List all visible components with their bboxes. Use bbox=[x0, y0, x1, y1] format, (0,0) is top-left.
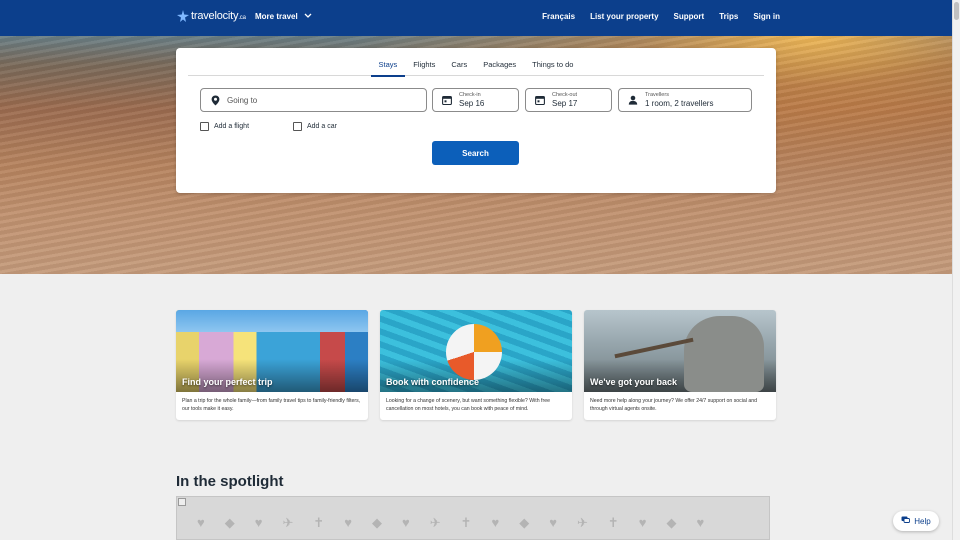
diamond-icon: ◆ bbox=[371, 515, 382, 530]
logo-suffix: .ca bbox=[238, 15, 246, 21]
plane-icon: ✈ bbox=[429, 515, 441, 530]
calendar-icon bbox=[532, 95, 548, 105]
heart-icon: ♥ bbox=[491, 515, 500, 530]
feature-title: We've got your back bbox=[590, 377, 677, 387]
diamond-icon: ◆ bbox=[519, 515, 530, 530]
heart-icon: ♥ bbox=[549, 515, 557, 530]
top-nav-bar: travelocity.ca More travel Français List… bbox=[0, 0, 952, 36]
heart-icon: ♥ bbox=[696, 515, 705, 530]
location-pin-icon bbox=[207, 95, 223, 106]
broken-image-icon bbox=[178, 498, 186, 506]
help-button[interactable]: Help bbox=[893, 511, 939, 531]
gnome-star-icon bbox=[176, 9, 190, 23]
plane-icon: ✈ bbox=[576, 515, 588, 530]
chevron-down-icon bbox=[304, 12, 312, 21]
feature-description: Need more help along your journey? We of… bbox=[590, 398, 758, 412]
travellers-label: Travellers bbox=[645, 92, 669, 98]
tab-stays[interactable]: Stays bbox=[370, 48, 406, 77]
checkout-value: Sep 17 bbox=[552, 99, 578, 108]
travelocity-logo[interactable]: travelocity.ca bbox=[176, 9, 246, 23]
language-link[interactable]: Français bbox=[542, 12, 575, 21]
cross-icon: ✝ bbox=[313, 515, 325, 530]
tab-packages[interactable]: Packages bbox=[475, 48, 524, 76]
plane-icon: ✈ bbox=[282, 515, 294, 530]
diamond-icon: ◆ bbox=[666, 515, 677, 530]
add-car-checkbox[interactable]: Add a car bbox=[293, 122, 337, 131]
cross-icon: ✝ bbox=[460, 515, 472, 530]
help-label: Help bbox=[914, 516, 931, 526]
header-nav-links: Français List your property Support Trip… bbox=[542, 12, 780, 21]
placeholder-pattern: ♥ ◆ ♥ ✈ ✝ ♥ ◆ ♥ ✈ ✝ ♥ ◆ ♥ ✈ ✝ ♥ ◆ ♥ bbox=[197, 515, 704, 531]
add-car-checkbox-box[interactable] bbox=[293, 122, 302, 131]
tab-flights[interactable]: Flights bbox=[405, 48, 443, 76]
page-scrollbar[interactable] bbox=[952, 0, 960, 540]
heart-icon: ♥ bbox=[638, 515, 647, 530]
heart-icon: ♥ bbox=[254, 515, 263, 530]
support-link[interactable]: Support bbox=[674, 12, 705, 21]
feature-card-book-confidence[interactable]: Book with confidence Looking for a chang… bbox=[380, 310, 572, 420]
feature-title: Book with confidence bbox=[386, 377, 480, 387]
calendar-icon bbox=[439, 95, 455, 105]
add-flight-checkbox[interactable]: Add a flight bbox=[200, 122, 249, 131]
tab-cars[interactable]: Cars bbox=[443, 48, 475, 76]
search-tabs: Stays Flights Cars Packages Things to do bbox=[188, 48, 764, 77]
feature-card-perfect-trip[interactable]: Find your perfect trip Plan a trip for t… bbox=[176, 310, 368, 420]
going-to-field[interactable]: Going to bbox=[200, 88, 427, 112]
feature-description: Plan a trip for the whole family—from fa… bbox=[182, 398, 361, 412]
feature-title: Find your perfect trip bbox=[182, 377, 273, 387]
diamond-icon: ◆ bbox=[224, 515, 235, 530]
search-card: Stays Flights Cars Packages Things to do… bbox=[176, 48, 776, 193]
more-travel-menu[interactable]: More travel bbox=[255, 12, 312, 21]
tab-things-to-do[interactable]: Things to do bbox=[524, 48, 581, 76]
bridge-shape bbox=[614, 337, 694, 359]
heart-icon: ♥ bbox=[344, 515, 352, 530]
travellers-value: 1 room, 2 travellers bbox=[645, 99, 714, 108]
logo-text: travelocity bbox=[191, 10, 239, 22]
chat-icon bbox=[901, 516, 911, 526]
cross-icon: ✝ bbox=[607, 515, 619, 530]
more-travel-label: More travel bbox=[255, 12, 298, 21]
add-flight-label: Add a flight bbox=[214, 123, 250, 130]
spotlight-placeholder-image[interactable]: ♥ ◆ ♥ ✈ ✝ ♥ ◆ ♥ ✈ ✝ ♥ ◆ ♥ ✈ ✝ ♥ ◆ ♥ bbox=[176, 496, 770, 540]
feature-card-got-your-back[interactable]: We've got your back Need more help along… bbox=[584, 310, 776, 420]
checkin-label: Check-in bbox=[459, 92, 481, 98]
beach-ball-shape bbox=[446, 324, 502, 380]
add-flight-checkbox-box[interactable] bbox=[200, 122, 209, 131]
add-car-label: Add a car bbox=[307, 123, 337, 130]
going-to-placeholder: Going to bbox=[227, 95, 258, 105]
search-button[interactable]: Search bbox=[432, 141, 519, 165]
trips-link[interactable]: Trips bbox=[719, 12, 738, 21]
checkin-value: Sep 16 bbox=[459, 99, 485, 108]
scrollbar-thumb[interactable] bbox=[954, 2, 959, 20]
heart-icon: ♥ bbox=[197, 515, 205, 530]
feature-description: Looking for a change of scenery, but wan… bbox=[386, 398, 550, 412]
checkout-label: Check-out bbox=[552, 92, 578, 98]
checkout-field[interactable]: Check-out Sep 17 bbox=[525, 88, 612, 112]
travellers-field[interactable]: Travellers 1 room, 2 travellers bbox=[618, 88, 752, 112]
person-icon bbox=[625, 95, 641, 105]
spotlight-heading: In the spotlight bbox=[176, 473, 284, 490]
list-property-link[interactable]: List your property bbox=[590, 12, 658, 21]
checkin-field[interactable]: Check-in Sep 16 bbox=[432, 88, 519, 112]
heart-icon: ♥ bbox=[401, 515, 410, 530]
sign-in-link[interactable]: Sign in bbox=[753, 12, 780, 21]
rock-shape bbox=[684, 316, 764, 392]
